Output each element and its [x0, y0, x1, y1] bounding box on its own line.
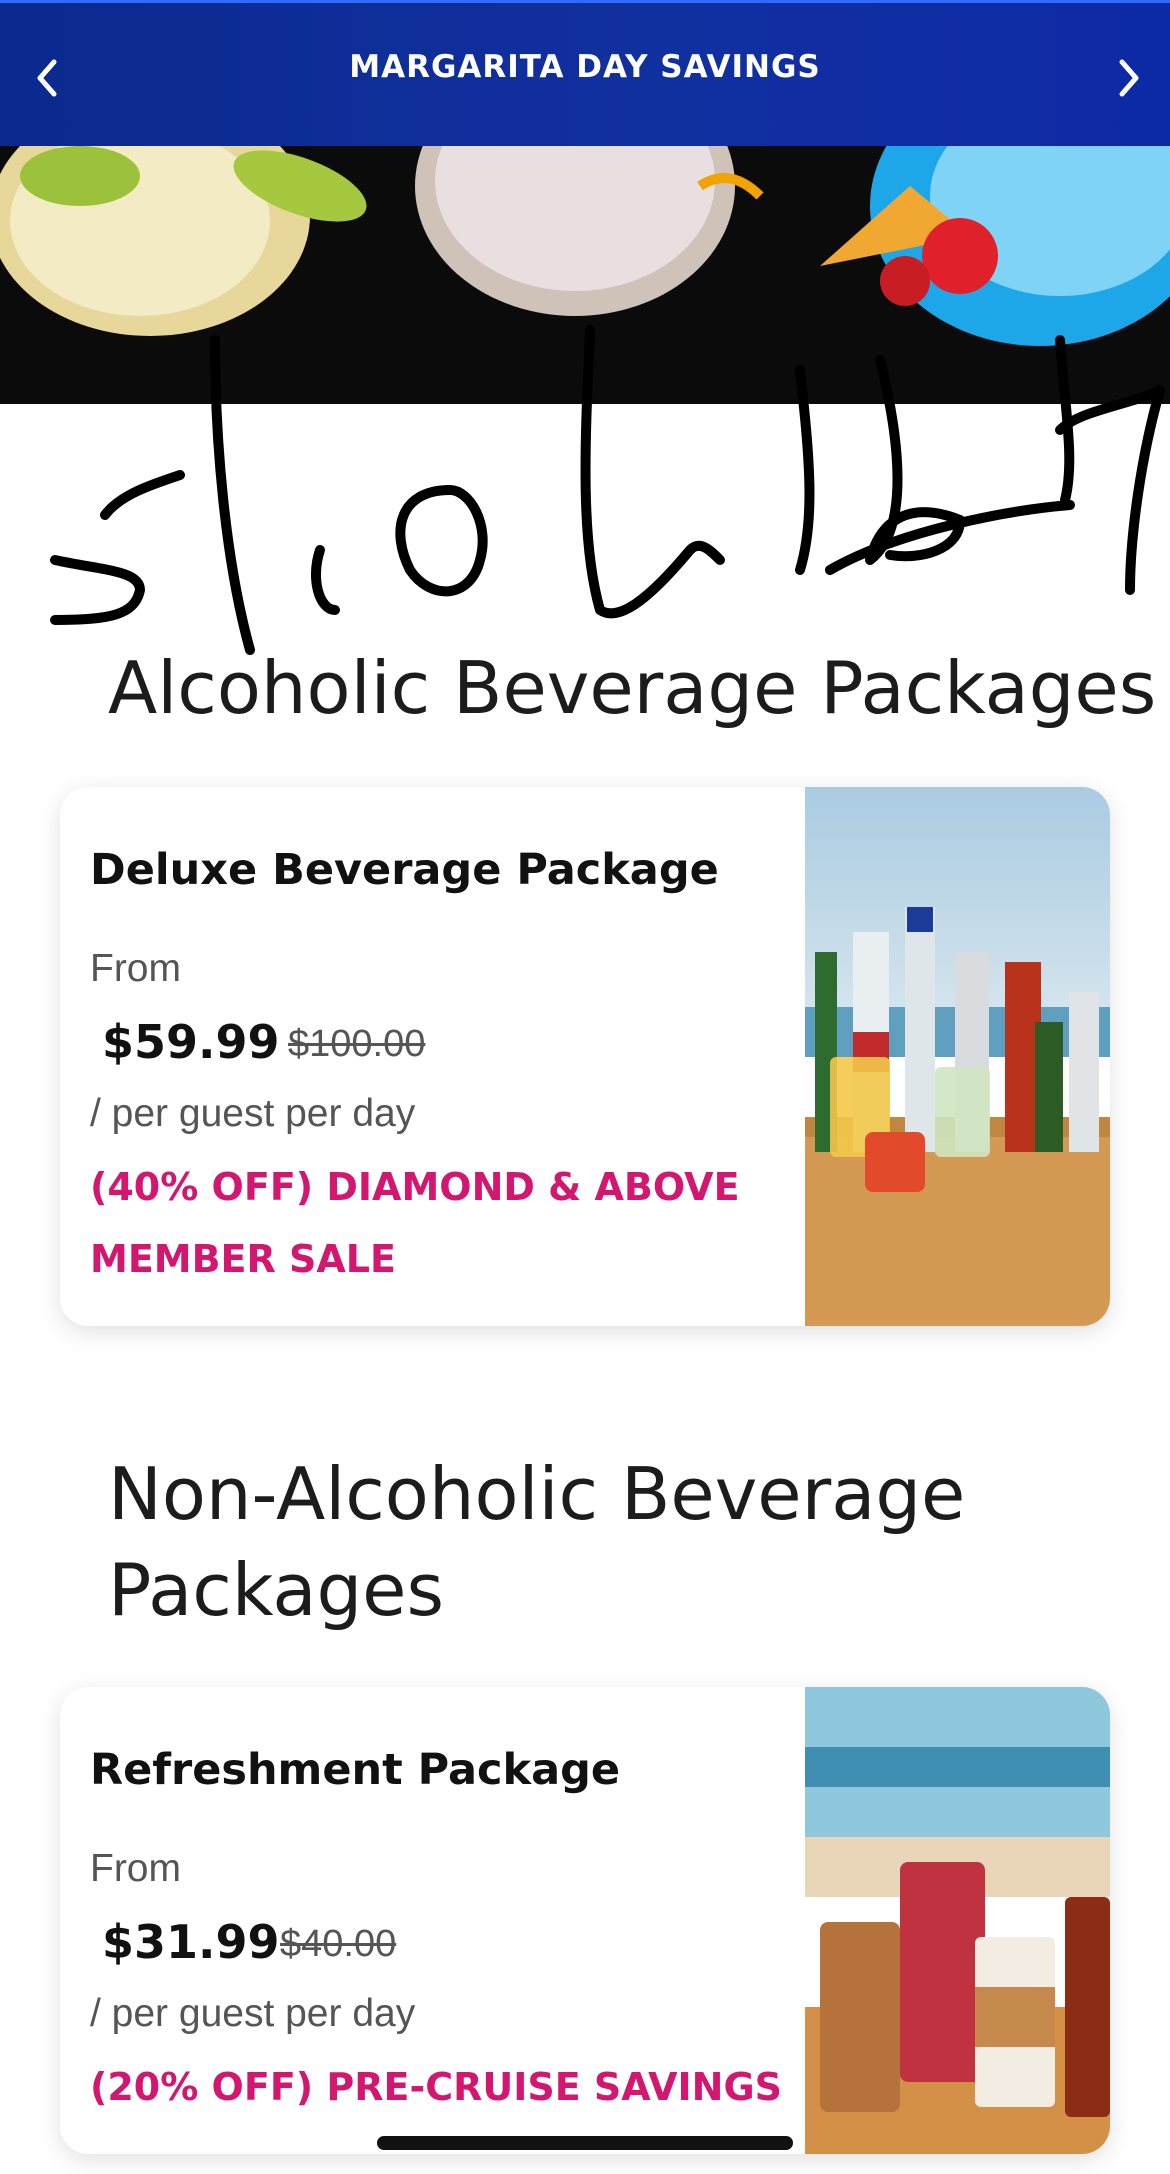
soft-drinks-image: [805, 1687, 1110, 2154]
per-guest-label: / per guest per day: [90, 1092, 416, 1135]
original-price: $100.00: [288, 1023, 426, 1065]
section-title-non-alcoholic: Non-Alcoholic Beverage Packages: [108, 1446, 1008, 1638]
section-title-alcoholic: Alcoholic Beverage Packages: [108, 646, 1157, 730]
per-guest-label: / per guest per day: [90, 1992, 416, 2035]
promo-label: (20% OFF) PRE-CRUISE SAVINGS: [90, 2065, 783, 2109]
from-label: From: [90, 1847, 181, 1890]
chevron-right-icon: [1119, 59, 1139, 97]
sale-price: $59.99: [102, 1015, 280, 1069]
section-title-text: Non-Alcoholic Beverage Packages: [108, 1452, 966, 1632]
top-banner: MARGARITA DAY SAVINGS: [0, 0, 1170, 146]
hero-cocktail-image: [0, 146, 1170, 404]
sale-price: $31.99: [102, 1915, 280, 1969]
next-button[interactable]: [1094, 43, 1164, 113]
from-label: From: [90, 947, 181, 990]
promo-label: (40% OFF) DIAMOND & ABOVE MEMBER SALE: [90, 1165, 740, 1281]
original-price: $40.00: [280, 1923, 397, 1965]
page-title: MARGARITA DAY SAVINGS: [349, 49, 821, 85]
refreshment-package-card[interactable]: Refreshment Package From $31.99 $40.00 /…: [60, 1687, 1110, 2154]
alcohol-bottles-image: [805, 787, 1110, 1326]
deluxe-package-card[interactable]: Deluxe Beverage Package From $59.99 $100…: [60, 787, 1110, 1326]
home-indicator: [377, 2136, 793, 2150]
package-name: Refreshment Package: [90, 1745, 621, 1795]
package-name: Deluxe Beverage Package: [90, 845, 719, 895]
